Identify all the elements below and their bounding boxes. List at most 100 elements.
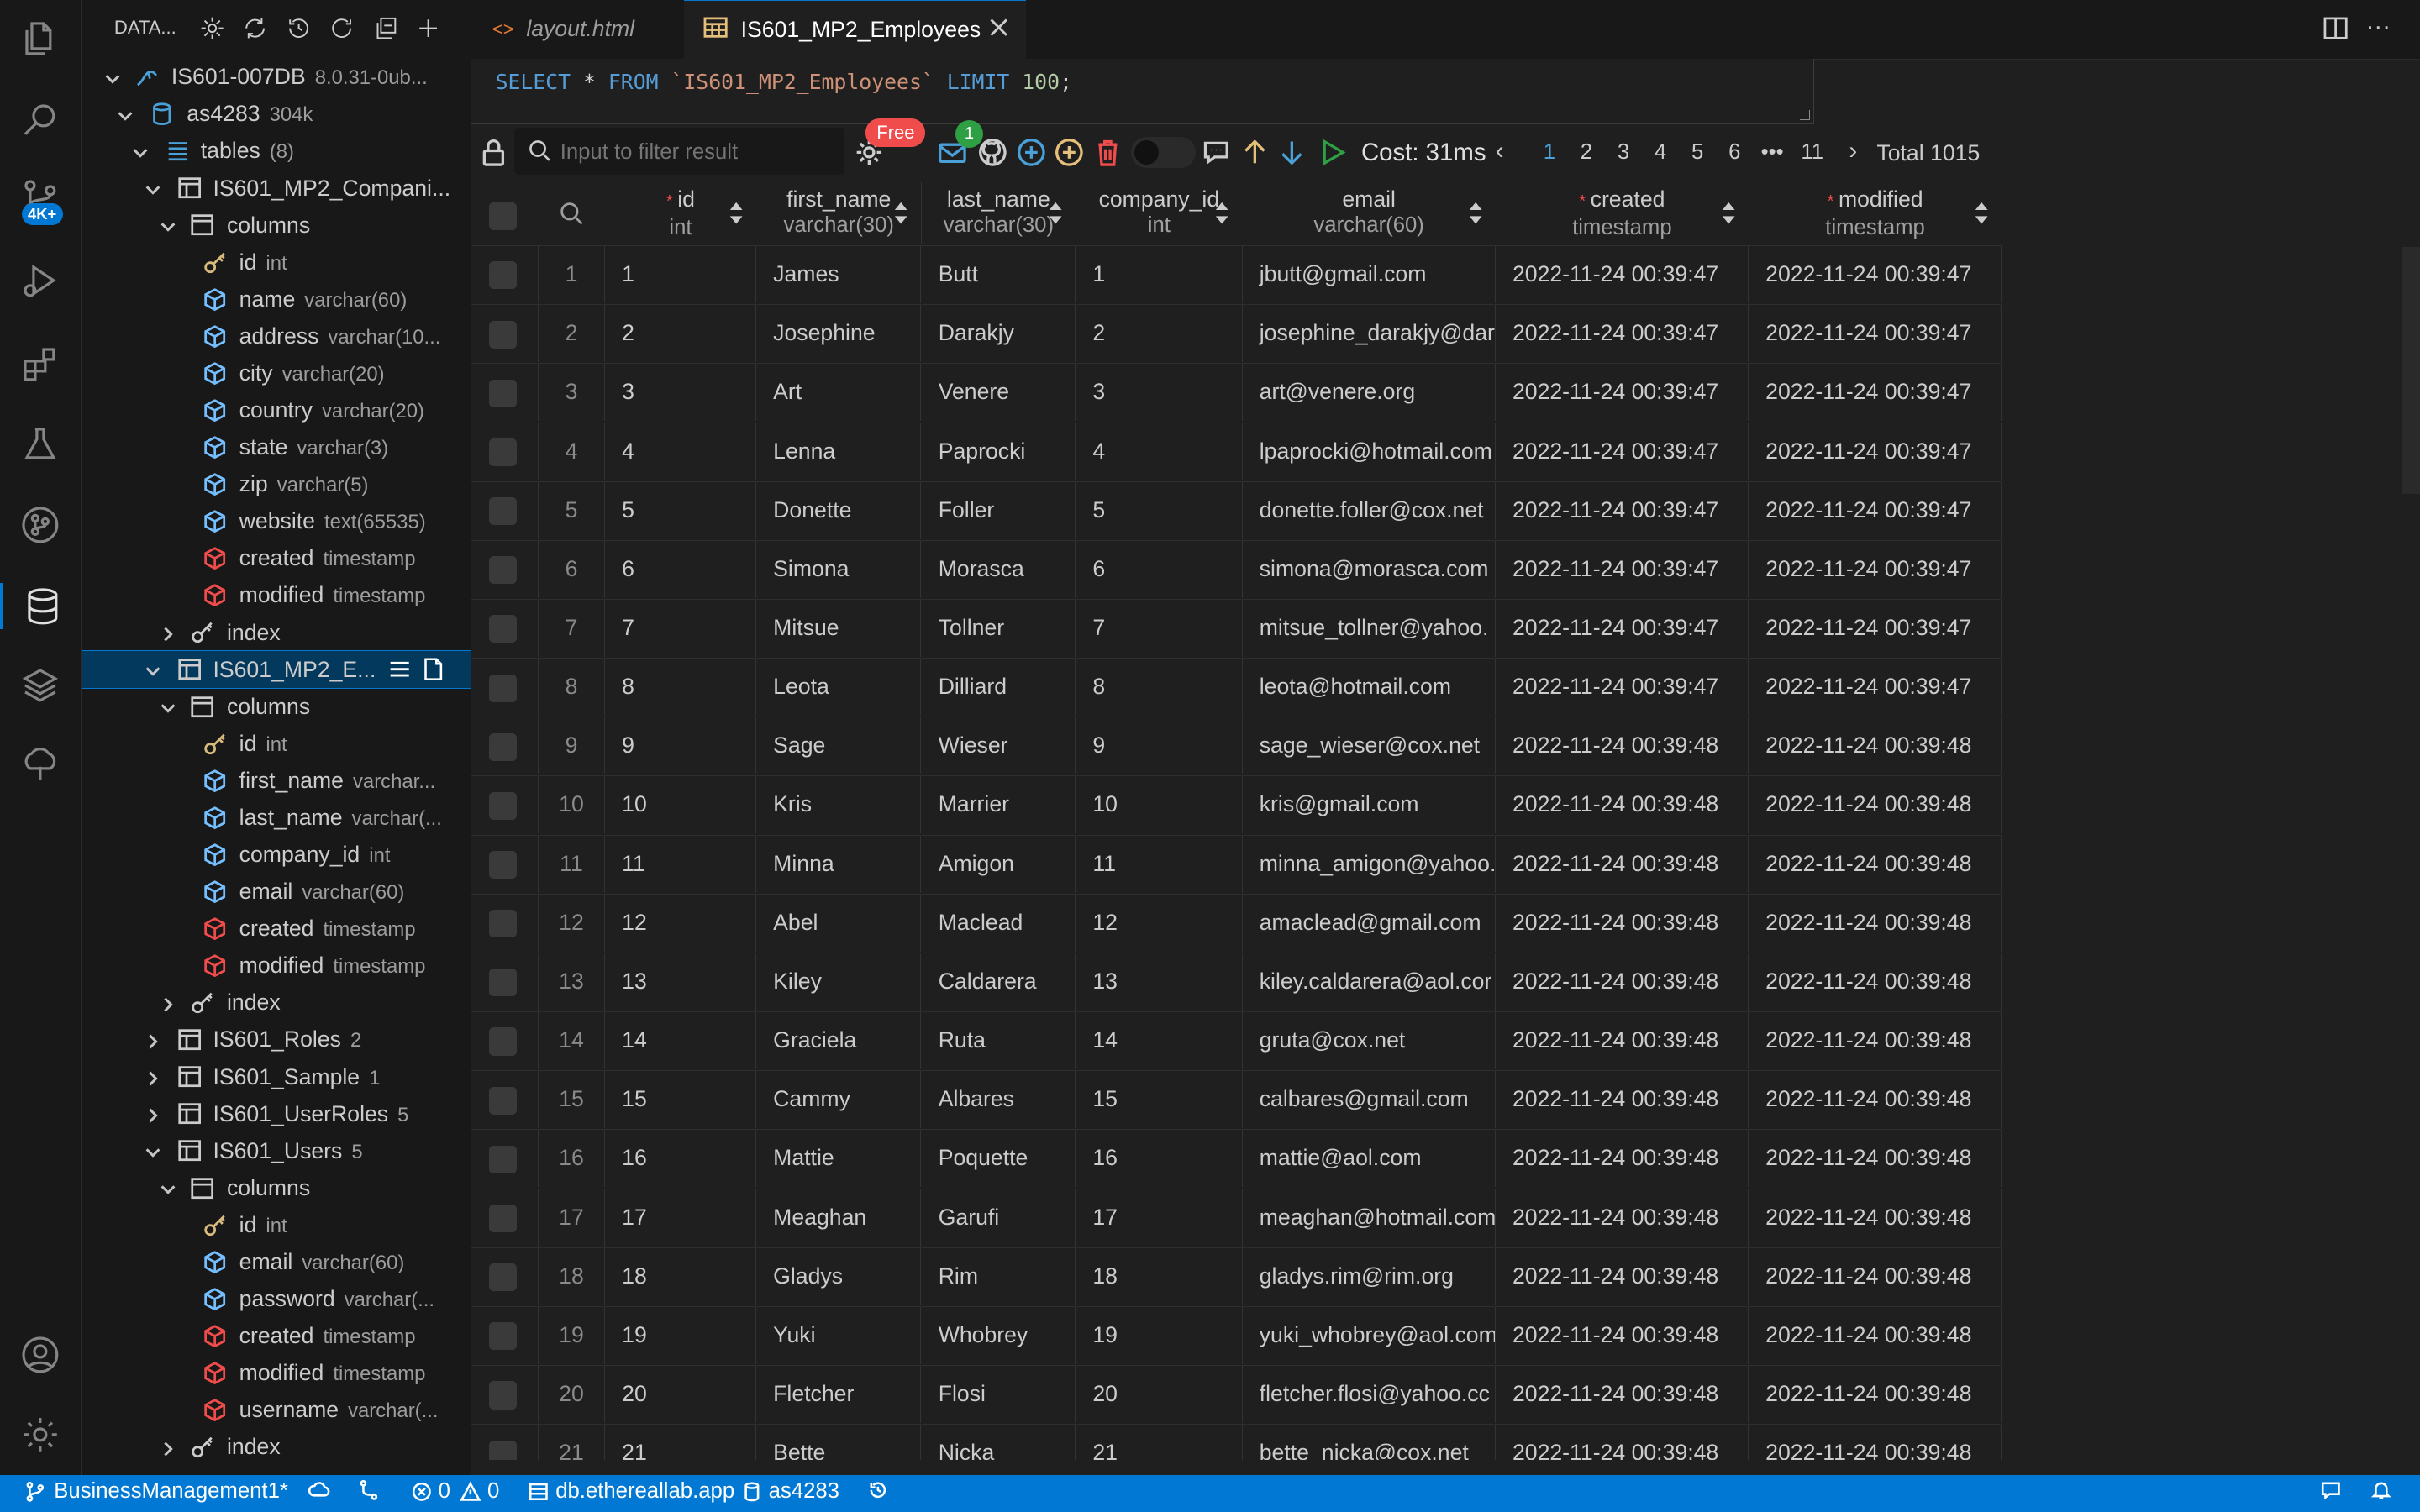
index-node[interactable]: index bbox=[82, 614, 471, 651]
cell-first-name[interactable]: Art bbox=[756, 364, 922, 422]
cell-first-name[interactable]: Leota bbox=[756, 659, 922, 717]
table-row[interactable]: 1 1 James Butt 1 jbutt@gmail.com 2022-11-24 00… bbox=[471, 245, 2002, 303]
next-page-icon[interactable]: › bbox=[1849, 137, 1857, 165]
column-item[interactable]: modified timestamp bbox=[82, 948, 471, 984]
cell-modified[interactable]: 2022-11-24 00:39:47 bbox=[1749, 364, 2002, 422]
cell-email[interactable]: calbares@gmail.com bbox=[1243, 1071, 1496, 1129]
row-checkbox[interactable] bbox=[489, 791, 518, 820]
cell-email[interactable]: kris@gmail.com bbox=[1243, 776, 1496, 834]
cell-modified[interactable]: 2022-11-24 00:39:48 bbox=[1749, 776, 2002, 834]
cell-company-id[interactable]: 12 bbox=[1076, 894, 1243, 952]
cell-company-id[interactable]: 8 bbox=[1076, 659, 1243, 717]
branch-status[interactable]: BusinessManagement1* bbox=[24, 1479, 288, 1504]
cell-modified[interactable]: 2022-11-24 00:39:48 bbox=[1749, 1130, 2002, 1188]
run-icon[interactable] bbox=[1317, 137, 1348, 168]
testing-icon[interactable] bbox=[18, 423, 61, 465]
cell-last-name[interactable]: Caldarera bbox=[922, 953, 1076, 1011]
cell-company-id[interactable]: 3 bbox=[1076, 364, 1243, 422]
cell-id[interactable]: 18 bbox=[605, 1247, 756, 1305]
cell-company-id[interactable]: 18 bbox=[1076, 1247, 1243, 1305]
cell-email[interactable]: donette.foller@cox.net bbox=[1243, 481, 1496, 539]
table-row[interactable]: 2 2 Josephine Darakjy 2 josephine_darakjy@dar… bbox=[471, 304, 2002, 363]
cell-id[interactable]: 20 bbox=[605, 1366, 756, 1424]
cell-first-name[interactable]: Lenna bbox=[756, 423, 922, 480]
split-editor-icon[interactable] bbox=[2323, 15, 2349, 47]
cell-email[interactable]: josephine_darakjy@dar bbox=[1243, 305, 1496, 363]
cell-email[interactable]: yuki_whobrey@aol.com bbox=[1243, 1306, 1496, 1364]
row-checkbox[interactable] bbox=[489, 969, 518, 997]
run-debug-icon[interactable] bbox=[18, 260, 61, 302]
cell-email[interactable]: gruta@cox.net bbox=[1243, 1012, 1496, 1070]
cell-modified[interactable]: 2022-11-24 00:39:47 bbox=[1749, 305, 2002, 363]
sync-cloud-icon[interactable] bbox=[308, 1479, 330, 1501]
cell-first-name[interactable]: Graciela bbox=[756, 1012, 922, 1070]
cell-email[interactable]: gladys.rim@rim.org bbox=[1243, 1247, 1496, 1305]
resize-handle[interactable] bbox=[1800, 110, 1811, 121]
cell-created[interactable]: 2022-11-24 00:39:48 bbox=[1496, 894, 1749, 952]
cell-created[interactable]: 2022-11-24 00:39:48 bbox=[1496, 1189, 1749, 1247]
cell-company-id[interactable]: 17 bbox=[1076, 1189, 1243, 1247]
cell-created[interactable]: 2022-11-24 00:39:48 bbox=[1496, 1071, 1749, 1129]
cell-first-name[interactable]: Fletcher bbox=[756, 1366, 922, 1424]
table-row[interactable]: 9 9 Sage Wieser 9 sage_wieser@cox.net 2022-11-… bbox=[471, 717, 2002, 775]
cell-email[interactable]: mitsue_tollner@yahoo. bbox=[1243, 599, 1496, 657]
cell-first-name[interactable]: Mattie bbox=[756, 1130, 922, 1188]
cell-last-name[interactable]: Marrier bbox=[922, 776, 1076, 834]
column-header-first-name[interactable]: first_name varchar(30) bbox=[755, 181, 923, 244]
cell-modified[interactable]: 2022-11-24 00:39:47 bbox=[1749, 423, 2002, 480]
columns-node[interactable]: columns bbox=[82, 1169, 471, 1206]
cell-last-name[interactable]: Ruta bbox=[922, 1012, 1076, 1070]
column-header-email[interactable]: email varchar(60) bbox=[1242, 181, 1497, 244]
cell-last-name[interactable]: Venere bbox=[922, 364, 1076, 422]
open-document-icon[interactable] bbox=[421, 657, 445, 687]
chevron-down-icon[interactable] bbox=[116, 105, 134, 123]
arrow-down-icon[interactable] bbox=[1276, 137, 1307, 168]
index-node[interactable]: index bbox=[82, 1429, 471, 1466]
column-item[interactable]: name varchar(60) bbox=[82, 281, 471, 318]
lock-icon[interactable] bbox=[478, 137, 509, 168]
filter-input[interactable] bbox=[557, 135, 841, 170]
cell-email[interactable]: mattie@aol.com bbox=[1243, 1130, 1496, 1188]
table-row[interactable]: 12 12 Abel Maclead 12 amaclead@gmail.com 2022-… bbox=[471, 893, 2002, 952]
cell-id[interactable]: 21 bbox=[605, 1425, 756, 1460]
cell-id[interactable]: 3 bbox=[605, 364, 756, 422]
table-row[interactable]: 20 20 Fletcher Flosi 20 fletcher.flosi@yahoo.… bbox=[471, 1365, 2002, 1424]
cell-email[interactable]: sage_wieser@cox.net bbox=[1243, 717, 1496, 775]
column-item[interactable]: last_name varchar(... bbox=[82, 799, 471, 836]
db-host-status[interactable]: db.ethereallab.app bbox=[528, 1479, 734, 1504]
cell-first-name[interactable]: Kiley bbox=[756, 953, 922, 1011]
chevron-right-icon[interactable] bbox=[159, 994, 177, 1012]
table-node[interactable]: IS601_MP2_Compani... bbox=[82, 170, 471, 207]
cell-id[interactable]: 19 bbox=[605, 1306, 756, 1364]
chevron-down-icon[interactable] bbox=[103, 68, 122, 87]
cell-company-id[interactable]: 14 bbox=[1076, 1012, 1243, 1070]
table-row[interactable]: 18 18 Gladys Rim 18 gladys.rim@rim.org 2022-11… bbox=[471, 1247, 2002, 1305]
cell-company-id[interactable]: 1 bbox=[1076, 246, 1243, 303]
cell-last-name[interactable]: Garufi bbox=[922, 1189, 1076, 1247]
row-checkbox[interactable] bbox=[489, 556, 518, 585]
row-checkbox[interactable] bbox=[489, 438, 518, 466]
page-4[interactable]: 4 bbox=[1655, 140, 1666, 165]
cell-modified[interactable]: 2022-11-24 00:39:48 bbox=[1749, 1189, 2002, 1247]
cell-last-name[interactable]: Flosi bbox=[922, 1366, 1076, 1424]
cell-first-name[interactable]: Donette bbox=[756, 481, 922, 539]
cell-first-name[interactable]: Josephine bbox=[756, 305, 922, 363]
schema-node[interactable]: as4283 304k bbox=[82, 96, 471, 133]
column-header-id[interactable]: * id int bbox=[604, 181, 757, 244]
cell-company-id[interactable]: 21 bbox=[1076, 1425, 1243, 1460]
column-header-modified[interactable]: * modified timestamp bbox=[1748, 181, 2002, 244]
cell-first-name[interactable]: Simona bbox=[756, 540, 922, 598]
tab-is601-mp2-employees[interactable]: IS601_MP2_Employees bbox=[683, 0, 1027, 60]
history-icon[interactable] bbox=[286, 15, 313, 43]
cell-created[interactable]: 2022-11-24 00:39:47 bbox=[1496, 305, 1749, 363]
cell-modified[interactable]: 2022-11-24 00:39:47 bbox=[1749, 481, 2002, 539]
cell-first-name[interactable]: James bbox=[756, 246, 922, 303]
chevron-down-icon[interactable] bbox=[131, 142, 150, 160]
cell-first-name[interactable]: Yuki bbox=[756, 1306, 922, 1364]
row-checkbox[interactable] bbox=[489, 674, 518, 702]
cell-company-id[interactable]: 11 bbox=[1076, 835, 1243, 893]
settings-gear-icon[interactable] bbox=[18, 1413, 61, 1456]
git-graph-icon[interactable] bbox=[18, 503, 61, 546]
cell-last-name[interactable]: Butt bbox=[922, 246, 1076, 303]
row-checkbox[interactable] bbox=[489, 497, 518, 526]
